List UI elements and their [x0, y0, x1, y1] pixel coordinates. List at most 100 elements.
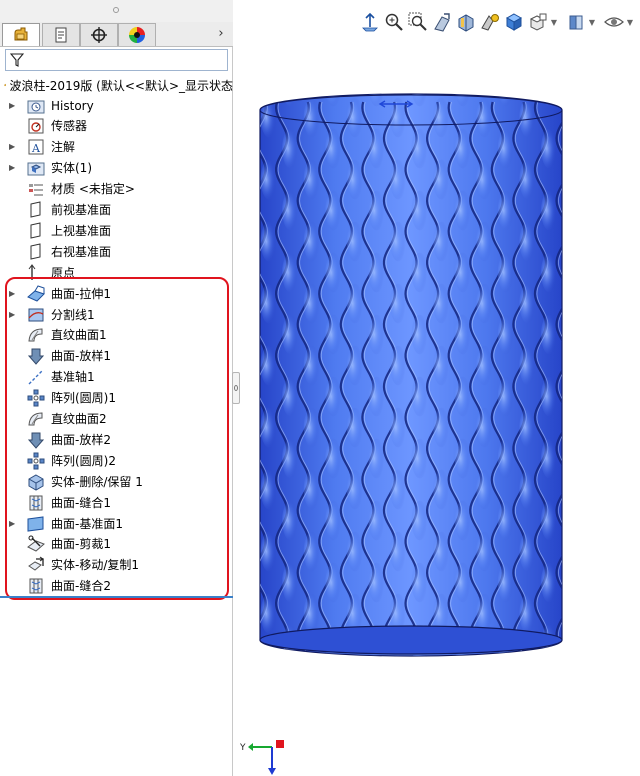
- expand-arrow-icon[interactable]: ▶: [9, 163, 17, 173]
- visibility-button[interactable]: [602, 10, 626, 34]
- tree-item[interactable]: ▶ 分割线1: [0, 304, 230, 325]
- tree-item[interactable]: ▶ 实体(1): [0, 158, 230, 179]
- heads-up-toolbar: ▼ ▼ ▼: [358, 8, 634, 36]
- expand-arrow-icon[interactable]: ▶: [9, 101, 17, 111]
- tree-item-label: 曲面-缝合1: [51, 495, 111, 510]
- tree-item[interactable]: 实体-删除/保留 1: [0, 471, 230, 492]
- expand-arrow-icon[interactable]: ▶: [9, 519, 17, 529]
- z-axis-arrow-icon: [268, 768, 276, 775]
- tree-item[interactable]: 前视基准面: [0, 200, 230, 221]
- tree-item-label: 阵列(圆周)2: [51, 453, 116, 468]
- expand-arrow-icon[interactable]: ▶: [9, 289, 17, 299]
- filter-icon: [10, 53, 24, 67]
- tree-item-label: 实体-移动/复制1: [51, 558, 140, 573]
- surface-extrude-icon: [26, 284, 46, 303]
- tree-item-label: 曲面-基准面1: [51, 516, 123, 531]
- tree-item[interactable]: 曲面-剪裁1: [0, 534, 230, 555]
- tree-item-label: 阵列(圆周)1: [51, 391, 116, 406]
- part-name: 波浪柱-2019版 (默认<<默认>_显示状态: [9, 78, 233, 93]
- delete-body-icon: [26, 473, 46, 491]
- tree-item[interactable]: 直纹曲面1: [0, 325, 230, 346]
- tree-item[interactable]: 传感器: [0, 116, 230, 137]
- tree-item[interactable]: 曲面-放样2: [0, 429, 230, 450]
- plane-icon: [26, 243, 46, 261]
- view-cube-icon: [569, 15, 583, 30]
- move-copy-body-icon: [26, 556, 46, 574]
- property-manager-icon: [55, 27, 67, 43]
- tree-item[interactable]: 原点: [0, 262, 230, 283]
- manager-tab-bar: ›: [0, 22, 233, 47]
- tree-item[interactable]: 阵列(圆周)1: [0, 388, 230, 409]
- tree-item[interactable]: 上视基准面: [0, 220, 230, 241]
- surface-trim-icon: [26, 535, 46, 553]
- zoom-to-area-button[interactable]: [406, 10, 430, 34]
- tree-item-label: 原点: [51, 265, 76, 280]
- tab-display-manager[interactable]: [118, 23, 156, 46]
- triad-y-label: Y: [240, 743, 246, 753]
- y-axis-arrow-icon: [248, 743, 253, 751]
- tree-item[interactable]: ▶ History: [0, 95, 230, 116]
- tree-filter-bar[interactable]: [5, 49, 228, 71]
- reference-triad: Y: [240, 740, 284, 775]
- view-orientation-button[interactable]: [358, 10, 382, 34]
- origin-icon: [26, 263, 46, 282]
- panel-splitter-handle[interactable]: [232, 372, 240, 404]
- sensor-icon: [26, 117, 46, 135]
- normal-to-icon: [362, 12, 378, 32]
- tree-item[interactable]: 曲面-缝合1: [0, 492, 230, 513]
- tree-item[interactable]: 右视基准面: [0, 241, 230, 262]
- hide-show-dropdown-icon[interactable]: ▼: [550, 18, 558, 27]
- expand-arrow-icon[interactable]: ▶: [9, 142, 17, 152]
- tree-item-label: 上视基准面: [51, 223, 112, 238]
- tree-item[interactable]: 材质 <未指定>: [0, 179, 230, 200]
- display-style-button[interactable]: [502, 10, 526, 34]
- dynamic-annotation-button[interactable]: [478, 10, 502, 34]
- tree-item-label: 材质 <未指定>: [51, 182, 135, 197]
- tab-feature-manager[interactable]: [2, 23, 40, 46]
- visibility-dropdown-icon[interactable]: ▼: [626, 18, 634, 27]
- tree-item-label: 注解: [51, 140, 76, 155]
- tab-configuration-manager[interactable]: [80, 23, 118, 46]
- tree-item[interactable]: 实体-移动/复制1: [0, 555, 230, 576]
- tree-item[interactable]: ▶ 曲面-基准面1: [0, 513, 230, 534]
- split-line-icon: [26, 306, 46, 324]
- view-setting-dropdown-icon[interactable]: ▼: [588, 18, 596, 27]
- zoom-icon: [385, 13, 403, 31]
- tree-item[interactable]: 曲面-放样1: [0, 346, 230, 367]
- tree-item-label: History: [51, 98, 94, 113]
- annotation-icon: A: [26, 138, 46, 156]
- previous-view-icon: [434, 13, 450, 32]
- solid-bodies-folder-icon: [26, 159, 46, 177]
- plane-icon: [26, 222, 46, 240]
- section-view-button[interactable]: [454, 10, 478, 34]
- wave-column-model[interactable]: [258, 92, 568, 662]
- eye-icon: [604, 17, 624, 27]
- ruled-surface-icon: [26, 410, 46, 428]
- previous-view-button[interactable]: [430, 10, 454, 34]
- planar-surface-icon: [26, 515, 46, 533]
- zoom-to-fit-button[interactable]: [382, 10, 406, 34]
- plane-icon: [26, 201, 46, 219]
- hide-show-icon: [529, 13, 547, 31]
- view-setting-button[interactable]: [564, 10, 588, 34]
- circular-pattern-icon: [26, 389, 46, 407]
- graphics-area[interactable]: ▼ ▼ ▼ Y: [240, 0, 640, 776]
- tree-item[interactable]: 基准轴1: [0, 367, 230, 388]
- material-icon: [26, 180, 46, 198]
- tab-property-manager[interactable]: [42, 23, 80, 46]
- tree-item[interactable]: 曲面-缝合2: [0, 576, 230, 597]
- tree-item[interactable]: 直纹曲面2: [0, 409, 230, 430]
- tree-root-part[interactable]: 波浪柱-2019版 (默认<<默认>_显示状态: [4, 75, 233, 95]
- hide-show-items-button[interactable]: [526, 10, 550, 34]
- tree-item[interactable]: 阵列(圆周)2: [0, 450, 230, 471]
- x-axis-marker-icon: [276, 740, 284, 748]
- tabs-more-chevron-icon[interactable]: ›: [214, 26, 228, 42]
- tree-item-label: 前视基准面: [51, 203, 112, 217]
- surface-loft-icon: [26, 347, 46, 366]
- tree-item[interactable]: ▶ A 注解: [0, 137, 230, 158]
- feature-manager-icon: [14, 27, 28, 41]
- panel-grip[interactable]: [0, 0, 233, 22]
- tree-item-label: 直纹曲面1: [51, 328, 107, 343]
- expand-arrow-icon[interactable]: ▶: [9, 310, 17, 320]
- tree-item[interactable]: ▶ 曲面-拉伸1: [0, 283, 230, 304]
